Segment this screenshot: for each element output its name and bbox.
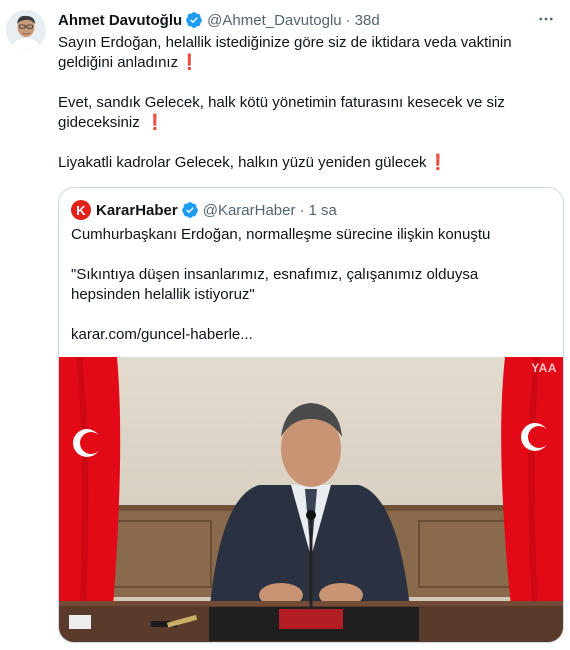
avatar[interactable] bbox=[6, 10, 46, 50]
verified-badge-icon bbox=[185, 11, 203, 29]
quoted-paragraph: "Sıkıntıya düşen insanlarımız, esnafımız… bbox=[71, 266, 479, 303]
separator-dot: · bbox=[345, 11, 351, 29]
tweet-timestamp[interactable]: 38d bbox=[355, 12, 380, 29]
tweet-header: Ahmet Davutoğlu @Ahmet_Davutoglu · 38d bbox=[58, 10, 530, 30]
quoted-tweet-header: K KararHaber @KararHaber · 1 sa bbox=[71, 200, 337, 220]
quoted-tweet-text: Cumhurbaşkanı Erdoğan, normalleşme sürec… bbox=[71, 225, 551, 365]
quoted-media-image[interactable]: YAA bbox=[59, 357, 563, 642]
exclamation-emoji: ❗ bbox=[145, 114, 165, 131]
tweet-paragraph-text: Liyakatli kadrolar Gelecek, halkın yüzü … bbox=[58, 154, 427, 171]
quoted-tweet-card[interactable]: K KararHaber @KararHaber · 1 sa Cumhurba… bbox=[58, 187, 564, 643]
quoted-author-handle[interactable]: @KararHaber bbox=[203, 202, 296, 219]
author-name[interactable]: Ahmet Davutoğlu bbox=[58, 12, 182, 29]
kararhaber-logo[interactable]: K bbox=[71, 200, 91, 220]
logo-letter: K bbox=[76, 202, 86, 218]
tweet-paragraph-text: Evet, sandık Gelecek, halk kötü yönetimi… bbox=[58, 94, 505, 131]
quoted-paragraph: Cumhurbaşkanı Erdoğan, normalleşme sürec… bbox=[71, 226, 491, 243]
tweet-paragraph: Liyakatli kadrolar Gelecek, halkın yüzü … bbox=[58, 153, 558, 173]
quoted-author-name[interactable]: KararHaber bbox=[96, 202, 178, 219]
tweet[interactable]: Ahmet Davutoğlu @Ahmet_Davutoglu · 38d S… bbox=[0, 0, 570, 650]
exclamation-emoji: ❗ bbox=[428, 154, 448, 171]
tweet-paragraph: Evet, sandık Gelecek, halk kötü yönetimi… bbox=[58, 93, 558, 133]
quoted-tweet-timestamp[interactable]: 1 sa bbox=[308, 202, 336, 219]
exclamation-emoji: ❗ bbox=[180, 54, 199, 71]
author-handle[interactable]: @Ahmet_Davutoglu bbox=[207, 12, 341, 29]
tweet-paragraph-text: Sayın Erdoğan, helallik istediğinize gör… bbox=[58, 34, 512, 71]
media-watermark: YAA bbox=[531, 361, 557, 375]
tweet-text: Sayın Erdoğan, helallik istediğinize gör… bbox=[58, 33, 558, 173]
more-options-icon[interactable] bbox=[536, 9, 556, 29]
tweet-paragraph: Sayın Erdoğan, helallik istediğinize gör… bbox=[58, 33, 558, 73]
separator-dot: · bbox=[299, 201, 305, 219]
verified-badge-icon bbox=[181, 201, 199, 219]
quoted-link[interactable]: karar.com/guncel-haberle... bbox=[71, 325, 551, 345]
